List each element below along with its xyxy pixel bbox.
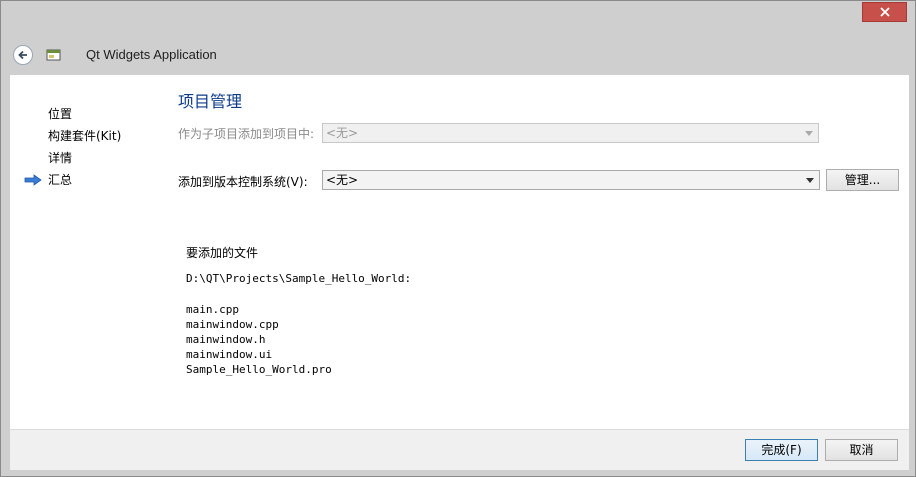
close-button[interactable] [862, 2, 907, 22]
manage-button[interactable]: 管理... [826, 169, 899, 191]
step-label: 详情 [48, 151, 73, 165]
finish-button[interactable]: 完成(F) [745, 439, 818, 461]
wizard-window: Qt Widgets Application 位置 构建套件(Kit) 详情 汇… [0, 0, 916, 477]
current-step-arrow-icon [24, 174, 42, 186]
list-item: mainwindow.ui [186, 348, 273, 361]
page-title: 项目管理 [178, 92, 243, 111]
vcs-combo[interactable]: <无> [322, 170, 820, 190]
step-location: 位置 [24, 103, 164, 125]
wizard-steps: 位置 构建套件(Kit) 详情 汇总 [24, 103, 164, 191]
file-list: main.cpp mainwindow.cpp mainwindow.h mai… [186, 302, 332, 377]
back-button[interactable] [13, 45, 33, 65]
step-kit: 构建套件(Kit) [24, 125, 164, 147]
vcs-label: 添加到版本控制系统(V): [178, 175, 308, 189]
wizard-header: Qt Widgets Application [10, 39, 910, 73]
vcs-combo-value: <无> [326, 173, 359, 187]
step-label: 位置 [48, 107, 73, 121]
arrow-left-icon [18, 50, 27, 60]
application-window-icon [46, 49, 61, 61]
step-summary: 汇总 [24, 169, 164, 191]
wizard-page: 位置 构建套件(Kit) 详情 汇总 项目管理 作为子项目添加到项目中: <无>… [10, 75, 909, 429]
close-icon [879, 7, 890, 17]
button-bar: 完成(F) 取消 [10, 429, 909, 470]
title-bar [1, 1, 915, 31]
list-item: mainwindow.cpp [186, 318, 279, 331]
step-label: 汇总 [48, 173, 73, 187]
list-item: mainwindow.h [186, 333, 266, 346]
files-directory: D:\QT\Projects\Sample_Hello_World: [186, 272, 412, 285]
list-item: main.cpp [186, 303, 239, 316]
step-details: 详情 [24, 147, 164, 169]
wizard-title: Qt Widgets Application [86, 47, 217, 62]
cancel-button[interactable]: 取消 [825, 439, 898, 461]
add-as-subproject-label: 作为子项目添加到项目中: [178, 127, 315, 141]
subproject-combo-value: <无> [326, 126, 359, 140]
files-to-add-title: 要添加的文件 [186, 246, 259, 260]
chevron-down-icon [805, 131, 813, 136]
list-item: Sample_Hello_World.pro [186, 363, 332, 376]
chevron-down-icon [806, 178, 814, 183]
subproject-combo: <无> [322, 123, 819, 143]
step-label: 构建套件(Kit) [48, 129, 122, 143]
